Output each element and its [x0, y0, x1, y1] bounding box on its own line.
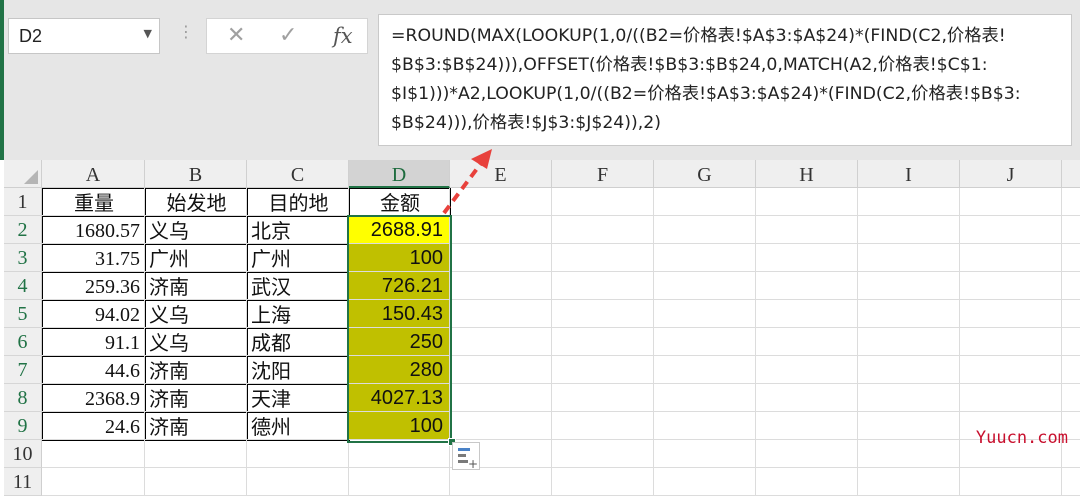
grid-line-horizontal — [42, 495, 1080, 496]
annotation-arrow-line — [442, 160, 484, 215]
watermark: Yuucn.com — [975, 428, 1068, 448]
annotation-arrow — [442, 149, 492, 215]
